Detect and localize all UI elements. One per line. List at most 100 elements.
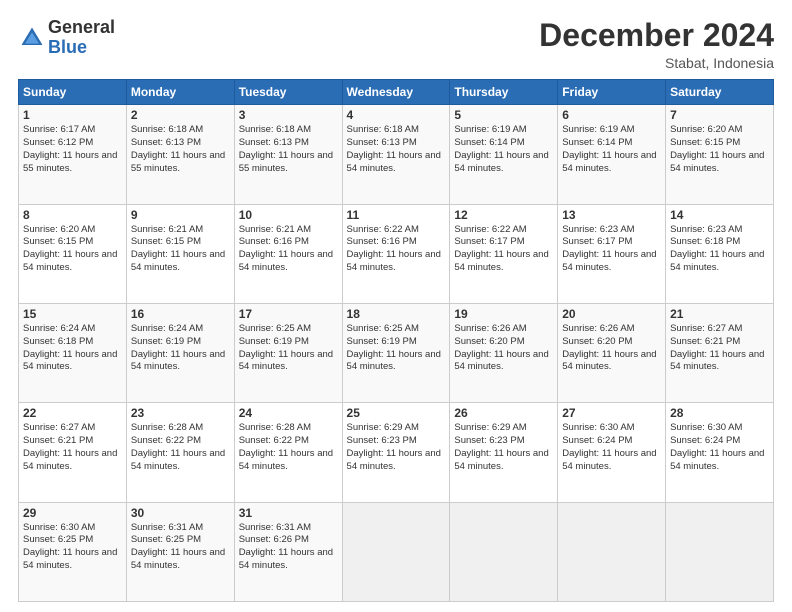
- day-number: 10: [239, 208, 338, 222]
- cell-content: Sunrise: 6:30 AMSunset: 6:25 PMDaylight:…: [23, 522, 117, 571]
- calendar-cell: 22 Sunrise: 6:27 AMSunset: 6:21 PMDaylig…: [19, 403, 127, 502]
- day-number: 3: [239, 108, 338, 122]
- calendar-cell: 10 Sunrise: 6:21 AMSunset: 6:16 PMDaylig…: [234, 204, 342, 303]
- day-number: 6: [562, 108, 661, 122]
- calendar-cell: 12 Sunrise: 6:22 AMSunset: 6:17 PMDaylig…: [450, 204, 558, 303]
- cell-content: Sunrise: 6:30 AMSunset: 6:24 PMDaylight:…: [670, 422, 764, 471]
- cell-content: Sunrise: 6:30 AMSunset: 6:24 PMDaylight:…: [562, 422, 656, 471]
- title-section: December 2024 Stabat, Indonesia: [539, 18, 774, 71]
- cell-content: Sunrise: 6:24 AMSunset: 6:19 PMDaylight:…: [131, 323, 225, 372]
- calendar-cell: 14 Sunrise: 6:23 AMSunset: 6:18 PMDaylig…: [666, 204, 774, 303]
- calendar-cell: 15 Sunrise: 6:24 AMSunset: 6:18 PMDaylig…: [19, 303, 127, 402]
- page: General Blue December 2024 Stabat, Indon…: [0, 0, 792, 612]
- calendar-week: 22 Sunrise: 6:27 AMSunset: 6:21 PMDaylig…: [19, 403, 774, 502]
- header-day: Wednesday: [342, 80, 450, 105]
- cell-content: Sunrise: 6:23 AMSunset: 6:18 PMDaylight:…: [670, 224, 764, 273]
- day-number: 1: [23, 108, 122, 122]
- calendar-body: 1 Sunrise: 6:17 AMSunset: 6:12 PMDayligh…: [19, 105, 774, 602]
- calendar-cell: 18 Sunrise: 6:25 AMSunset: 6:19 PMDaylig…: [342, 303, 450, 402]
- calendar-cell: 17 Sunrise: 6:25 AMSunset: 6:19 PMDaylig…: [234, 303, 342, 402]
- day-number: 21: [670, 307, 769, 321]
- day-number: 19: [454, 307, 553, 321]
- calendar-cell: 1 Sunrise: 6:17 AMSunset: 6:12 PMDayligh…: [19, 105, 127, 204]
- calendar-cell: 4 Sunrise: 6:18 AMSunset: 6:13 PMDayligh…: [342, 105, 450, 204]
- day-number: 11: [347, 208, 446, 222]
- calendar-cell: 2 Sunrise: 6:18 AMSunset: 6:13 PMDayligh…: [126, 105, 234, 204]
- cell-content: Sunrise: 6:22 AMSunset: 6:17 PMDaylight:…: [454, 224, 548, 273]
- header-day: Monday: [126, 80, 234, 105]
- day-number: 28: [670, 406, 769, 420]
- logo-general: General: [48, 18, 115, 38]
- calendar-cell: [342, 502, 450, 601]
- calendar-cell: 28 Sunrise: 6:30 AMSunset: 6:24 PMDaylig…: [666, 403, 774, 502]
- calendar-cell: 21 Sunrise: 6:27 AMSunset: 6:21 PMDaylig…: [666, 303, 774, 402]
- calendar-week: 8 Sunrise: 6:20 AMSunset: 6:15 PMDayligh…: [19, 204, 774, 303]
- calendar-table: SundayMondayTuesdayWednesdayThursdayFrid…: [18, 79, 774, 602]
- day-number: 20: [562, 307, 661, 321]
- calendar-cell: [450, 502, 558, 601]
- calendar-cell: 6 Sunrise: 6:19 AMSunset: 6:14 PMDayligh…: [558, 105, 666, 204]
- calendar-week: 15 Sunrise: 6:24 AMSunset: 6:18 PMDaylig…: [19, 303, 774, 402]
- calendar-cell: 26 Sunrise: 6:29 AMSunset: 6:23 PMDaylig…: [450, 403, 558, 502]
- cell-content: Sunrise: 6:28 AMSunset: 6:22 PMDaylight:…: [239, 422, 333, 471]
- calendar-cell: 30 Sunrise: 6:31 AMSunset: 6:25 PMDaylig…: [126, 502, 234, 601]
- month-title: December 2024: [539, 18, 774, 53]
- cell-content: Sunrise: 6:21 AMSunset: 6:15 PMDaylight:…: [131, 224, 225, 273]
- cell-content: Sunrise: 6:26 AMSunset: 6:20 PMDaylight:…: [454, 323, 548, 372]
- header-row: SundayMondayTuesdayWednesdayThursdayFrid…: [19, 80, 774, 105]
- cell-content: Sunrise: 6:19 AMSunset: 6:14 PMDaylight:…: [454, 124, 548, 173]
- day-number: 12: [454, 208, 553, 222]
- logo-text: General Blue: [48, 18, 115, 58]
- day-number: 8: [23, 208, 122, 222]
- cell-content: Sunrise: 6:25 AMSunset: 6:19 PMDaylight:…: [347, 323, 441, 372]
- calendar-header: SundayMondayTuesdayWednesdayThursdayFrid…: [19, 80, 774, 105]
- cell-content: Sunrise: 6:29 AMSunset: 6:23 PMDaylight:…: [347, 422, 441, 471]
- logo-icon: [18, 24, 46, 52]
- header-day: Tuesday: [234, 80, 342, 105]
- calendar-cell: [666, 502, 774, 601]
- calendar-cell: 9 Sunrise: 6:21 AMSunset: 6:15 PMDayligh…: [126, 204, 234, 303]
- day-number: 26: [454, 406, 553, 420]
- cell-content: Sunrise: 6:29 AMSunset: 6:23 PMDaylight:…: [454, 422, 548, 471]
- day-number: 23: [131, 406, 230, 420]
- header-day: Friday: [558, 80, 666, 105]
- calendar-cell: 19 Sunrise: 6:26 AMSunset: 6:20 PMDaylig…: [450, 303, 558, 402]
- logo: General Blue: [18, 18, 115, 58]
- cell-content: Sunrise: 6:31 AMSunset: 6:26 PMDaylight:…: [239, 522, 333, 571]
- header: General Blue December 2024 Stabat, Indon…: [18, 18, 774, 71]
- cell-content: Sunrise: 6:25 AMSunset: 6:19 PMDaylight:…: [239, 323, 333, 372]
- calendar-cell: 11 Sunrise: 6:22 AMSunset: 6:16 PMDaylig…: [342, 204, 450, 303]
- day-number: 29: [23, 506, 122, 520]
- calendar-cell: 20 Sunrise: 6:26 AMSunset: 6:20 PMDaylig…: [558, 303, 666, 402]
- calendar-cell: 31 Sunrise: 6:31 AMSunset: 6:26 PMDaylig…: [234, 502, 342, 601]
- cell-content: Sunrise: 6:18 AMSunset: 6:13 PMDaylight:…: [347, 124, 441, 173]
- calendar-cell: 8 Sunrise: 6:20 AMSunset: 6:15 PMDayligh…: [19, 204, 127, 303]
- day-number: 22: [23, 406, 122, 420]
- day-number: 2: [131, 108, 230, 122]
- cell-content: Sunrise: 6:28 AMSunset: 6:22 PMDaylight:…: [131, 422, 225, 471]
- day-number: 30: [131, 506, 230, 520]
- location: Stabat, Indonesia: [539, 55, 774, 71]
- calendar-cell: 13 Sunrise: 6:23 AMSunset: 6:17 PMDaylig…: [558, 204, 666, 303]
- day-number: 5: [454, 108, 553, 122]
- calendar-week: 29 Sunrise: 6:30 AMSunset: 6:25 PMDaylig…: [19, 502, 774, 601]
- day-number: 18: [347, 307, 446, 321]
- logo-blue: Blue: [48, 38, 115, 58]
- cell-content: Sunrise: 6:22 AMSunset: 6:16 PMDaylight:…: [347, 224, 441, 273]
- cell-content: Sunrise: 6:23 AMSunset: 6:17 PMDaylight:…: [562, 224, 656, 273]
- calendar-cell: [558, 502, 666, 601]
- day-number: 7: [670, 108, 769, 122]
- calendar-cell: 5 Sunrise: 6:19 AMSunset: 6:14 PMDayligh…: [450, 105, 558, 204]
- day-number: 16: [131, 307, 230, 321]
- cell-content: Sunrise: 6:18 AMSunset: 6:13 PMDaylight:…: [131, 124, 225, 173]
- day-number: 15: [23, 307, 122, 321]
- header-day: Saturday: [666, 80, 774, 105]
- day-number: 4: [347, 108, 446, 122]
- header-day: Thursday: [450, 80, 558, 105]
- day-number: 9: [131, 208, 230, 222]
- day-number: 13: [562, 208, 661, 222]
- calendar-cell: 25 Sunrise: 6:29 AMSunset: 6:23 PMDaylig…: [342, 403, 450, 502]
- cell-content: Sunrise: 6:17 AMSunset: 6:12 PMDaylight:…: [23, 124, 117, 173]
- cell-content: Sunrise: 6:20 AMSunset: 6:15 PMDaylight:…: [23, 224, 117, 273]
- calendar-cell: 16 Sunrise: 6:24 AMSunset: 6:19 PMDaylig…: [126, 303, 234, 402]
